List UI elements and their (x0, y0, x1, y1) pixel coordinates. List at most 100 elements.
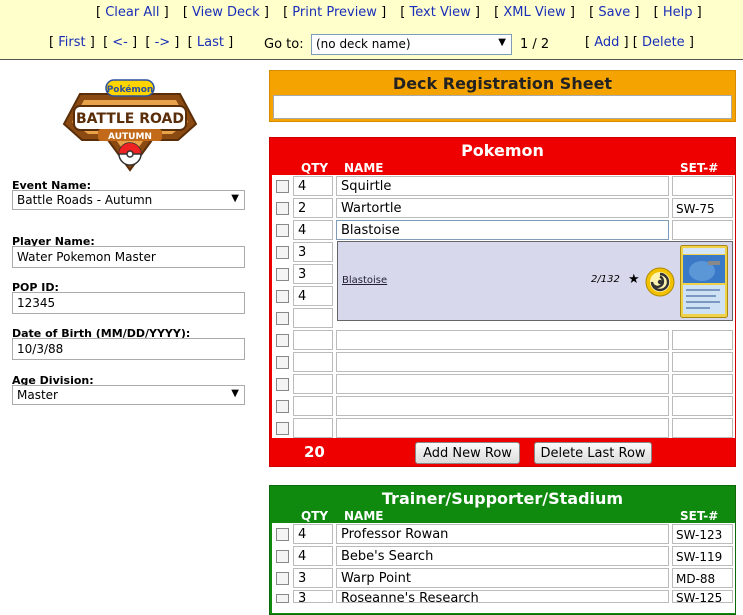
event-name-select[interactable]: Battle Roads - Autumn ▼ (12, 190, 245, 210)
qty-input[interactable]: 4 (293, 220, 333, 240)
trainer-set-header: SET-# (680, 509, 719, 523)
qty-input[interactable]: 4 (293, 176, 333, 196)
qty-input[interactable] (293, 330, 333, 350)
qty-input[interactable]: 3 (293, 242, 333, 262)
row-checkbox[interactable] (276, 268, 289, 281)
chevron-down-icon: ▼ (231, 193, 239, 204)
save-link[interactable]: Save (598, 5, 630, 20)
goto-label: Go to: (264, 37, 304, 52)
name-input[interactable] (336, 374, 669, 394)
first-link[interactable]: First (58, 35, 85, 50)
pokemon-name-header: NAME (344, 161, 384, 175)
set-input[interactable]: MD-88 (672, 568, 733, 588)
pokemon-title: Pokemon (461, 141, 544, 160)
row-checkbox[interactable] (276, 312, 289, 325)
row-checkbox[interactable] (276, 334, 289, 347)
clear-all-link[interactable]: Clear All (105, 5, 159, 20)
prev-link[interactable]: <- (112, 35, 128, 50)
name-input[interactable]: Bebe's Search (336, 546, 669, 566)
name-input[interactable] (336, 418, 669, 438)
row-checkbox[interactable] (276, 356, 289, 369)
qty-input[interactable] (293, 396, 333, 416)
age-division-select[interactable]: Master ▼ (12, 385, 245, 405)
name-input[interactable]: Roseanne's Research (336, 590, 669, 606)
help-link[interactable]: Help (663, 5, 693, 20)
deck-registration-title: Deck Registration Sheet (392, 74, 613, 93)
deck-select[interactable]: (no deck name) ▼ (311, 34, 512, 55)
rarity-star-icon: ★ (628, 272, 640, 287)
last-link[interactable]: Last (197, 35, 224, 50)
name-input[interactable]: Professor Rowan (336, 524, 669, 544)
name-input[interactable]: Squirtle (336, 176, 669, 196)
set-input[interactable] (672, 330, 733, 350)
dob-input[interactable]: 10/3/88 (12, 338, 245, 360)
qty-input[interactable] (293, 418, 333, 438)
set-input[interactable]: SW-125 (672, 590, 733, 605)
set-input[interactable] (672, 220, 733, 240)
deck-actions: [ Add ] [ Delete ] (585, 35, 694, 50)
add-new-row-button[interactable]: Add New Row (415, 442, 520, 464)
event-name-value: Battle Roads - Autumn (17, 193, 153, 207)
delete-last-row-button[interactable]: Delete Last Row (534, 442, 652, 464)
set-input[interactable] (672, 176, 733, 196)
qty-input[interactable]: 3 (293, 264, 333, 284)
row-checkbox[interactable] (276, 180, 289, 193)
logo-brand: Pokémon (107, 84, 154, 95)
qty-input[interactable]: 3 (293, 568, 333, 588)
add-deck-link[interactable]: Add (594, 35, 619, 50)
water-energy-icon (645, 267, 675, 297)
battle-road-logo: BATTLE ROAD AUTUMN Pokémon (62, 79, 198, 172)
row-checkbox[interactable] (276, 572, 289, 585)
name-input[interactable]: Warp Point (336, 568, 669, 588)
set-input[interactable] (672, 418, 733, 438)
qty-input[interactable]: 4 (293, 286, 333, 306)
set-input[interactable] (672, 352, 733, 372)
row-checkbox[interactable] (276, 290, 289, 303)
row-checkbox[interactable] (276, 246, 289, 259)
name-input[interactable] (336, 396, 669, 416)
qty-input[interactable]: 3 (293, 590, 333, 606)
player-name-input[interactable]: Water Pokemon Master (12, 246, 245, 268)
xml-view-link[interactable]: XML View (503, 5, 565, 20)
logo-subtitle: AUTUMN (108, 132, 152, 142)
qty-input[interactable]: 4 (293, 524, 333, 544)
qty-input[interactable]: 2 (293, 198, 333, 218)
view-deck-link[interactable]: View Deck (192, 5, 260, 20)
name-input[interactable] (336, 330, 669, 350)
age-division-value: Master (17, 388, 58, 402)
delete-deck-link[interactable]: Delete (642, 35, 685, 50)
set-input[interactable]: SW-123 (672, 524, 733, 544)
pop-id-input[interactable]: 12345 (12, 292, 245, 314)
set-input[interactable] (672, 374, 733, 394)
row-checkbox[interactable] (276, 378, 289, 391)
text-view-link[interactable]: Text View (410, 5, 471, 20)
row-checkbox[interactable] (276, 224, 289, 237)
deck-name-input[interactable] (273, 95, 732, 119)
trainer-qty-header: QTY (301, 509, 329, 523)
qty-input[interactable] (293, 374, 333, 394)
row-checkbox[interactable] (276, 400, 289, 413)
next-link[interactable]: -> (155, 35, 171, 50)
row-checkbox[interactable] (276, 550, 289, 563)
row-checkbox[interactable] (276, 528, 289, 541)
qty-input[interactable]: 4 (293, 546, 333, 566)
set-input[interactable]: SW-119 (672, 546, 733, 566)
row-checkbox[interactable] (276, 202, 289, 215)
print-preview-link[interactable]: Print Preview (292, 5, 377, 20)
toolbar-actions: [ Clear All ] [ View Deck ] [ Print Prev… (96, 5, 702, 20)
pokemon-total: 20 (304, 443, 325, 461)
suggestion-card-name[interactable]: Blastoise (342, 275, 387, 286)
card-suggestion-popup[interactable]: Blastoise 2/132 ★ (337, 241, 733, 321)
qty-input[interactable] (293, 352, 333, 372)
deck-registration-panel: Deck Registration Sheet (269, 70, 736, 122)
set-input[interactable]: SW-75 (672, 198, 733, 218)
name-input[interactable]: Wartortle (336, 198, 669, 218)
name-input[interactable] (336, 352, 669, 372)
trainer-name-header: NAME (344, 509, 384, 523)
row-checkbox[interactable] (276, 594, 289, 603)
row-checkbox[interactable] (276, 422, 289, 435)
name-input[interactable]: Blastoise (336, 220, 669, 240)
deck-select-value: (no deck name) (316, 37, 411, 51)
set-input[interactable] (672, 396, 733, 416)
qty-input[interactable] (293, 308, 333, 328)
